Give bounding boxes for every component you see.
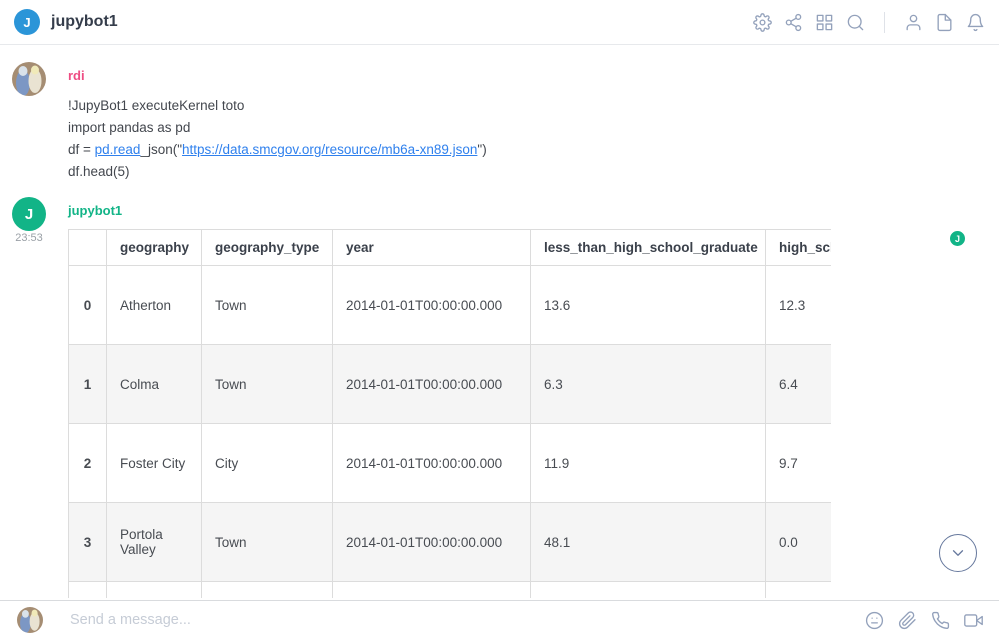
table-index-cell: 3 — [69, 503, 107, 582]
message-input[interactable] — [70, 612, 865, 628]
emoji-icon[interactable] — [865, 611, 884, 630]
table-cell: 0.0 — [766, 503, 832, 582]
phone-icon[interactable] — [931, 611, 950, 630]
message-line: import pandas as pd — [68, 117, 487, 139]
message-link[interactable]: https://data.smcgov.org/resource/mb6a-xn… — [182, 142, 477, 157]
table-cell: City — [202, 424, 333, 503]
table-index-cell: 2 — [69, 424, 107, 503]
username[interactable]: rdi — [68, 68, 85, 83]
table-row: 3Portola ValleyTown2014-01-01T00:00:00.0… — [69, 503, 832, 582]
table-cell — [107, 582, 202, 599]
share-icon[interactable] — [784, 13, 803, 32]
table-header-cell — [69, 230, 107, 266]
table-cell: Town — [202, 503, 333, 582]
table-header-cell: geography — [107, 230, 202, 266]
table-cell: 11.9 — [531, 424, 766, 503]
settings-icon[interactable] — [753, 13, 772, 32]
dataframe-table: geographygeography_typeyearless_than_hig… — [68, 229, 831, 598]
bot-avatar[interactable]: J — [12, 197, 46, 231]
timestamp: 23:53 — [6, 232, 52, 244]
table-index-cell — [69, 582, 107, 599]
table-cell: Town — [202, 266, 333, 345]
message-composer — [0, 600, 999, 639]
message-line: !JupyBot1 executeKernel toto — [68, 95, 487, 117]
parakeets-photo — [17, 607, 43, 633]
apps-grid-icon[interactable] — [815, 13, 834, 32]
table-header-cell: year — [333, 230, 531, 266]
table-cell — [202, 582, 333, 599]
table-row: 0AthertonTown2014-01-01T00:00:00.00013.6… — [69, 266, 832, 345]
channel-header: J jupybot1 — [0, 0, 999, 45]
table-cell: 2014-01-01T00:00:00.000 — [333, 266, 531, 345]
message-line: df.head(5) — [68, 161, 487, 183]
table-cell: 12.3 — [766, 266, 832, 345]
username[interactable]: jupybot1 — [68, 203, 122, 218]
message-text: !JupyBot1 executeKernel toto import panda… — [68, 95, 487, 183]
message-text-part: ") — [477, 142, 486, 157]
parakeets-photo — [12, 62, 46, 96]
table-row: 2Foster CityCity2014-01-01T00:00:00.0001… — [69, 424, 832, 503]
toolbar-divider — [884, 12, 885, 33]
table-header-cell: less_than_high_school_graduate — [531, 230, 766, 266]
header-toolbar — [753, 12, 985, 33]
paperclip-icon[interactable] — [898, 611, 917, 630]
message-text-part: _json(" — [140, 142, 182, 157]
message-text-part: import pandas as pd — [68, 120, 190, 135]
scroll-to-bottom-button[interactable] — [939, 534, 977, 572]
channel-avatar[interactable]: J — [14, 9, 40, 35]
table-cell: 2014-01-01T00:00:00.000 — [333, 424, 531, 503]
table-cell: 9.7 — [766, 424, 832, 503]
file-icon[interactable] — [935, 13, 954, 32]
table-header-cell: high_school_graduate — [766, 230, 832, 266]
table-cell: 48.1 — [531, 503, 766, 582]
bell-icon[interactable] — [966, 13, 985, 32]
table-cell: 6.3 — [531, 345, 766, 424]
dataframe-table-container: geographygeography_typeyearless_than_hig… — [68, 229, 831, 598]
search-icon[interactable] — [846, 13, 865, 32]
message-text-part: !JupyBot1 executeKernel toto — [68, 98, 244, 113]
chat-area: rdi !JupyBot1 executeKernel toto import p… — [0, 45, 999, 600]
table-index-cell: 0 — [69, 266, 107, 345]
table-cell: Colma — [107, 345, 202, 424]
table-header-cell: geography_type — [202, 230, 333, 266]
own-avatar-photo[interactable] — [17, 607, 43, 633]
message-line: df = pd.read_json("https://data.smcgov.o… — [68, 139, 487, 161]
table-cell: 13.6 — [531, 266, 766, 345]
video-camera-icon[interactable] — [964, 611, 983, 630]
user-icon[interactable] — [904, 13, 923, 32]
channel-title: jupybot1 — [51, 13, 118, 31]
message-text-part: df = — [68, 142, 95, 157]
table-cell: 6.4 — [766, 345, 832, 424]
read-receipt-badge: J — [950, 231, 965, 246]
table-cell: 2014-01-01T00:00:00.000 — [333, 345, 531, 424]
table-row — [69, 582, 832, 599]
table-row: 1ColmaTown2014-01-01T00:00:00.0006.36.4 — [69, 345, 832, 424]
table-cell: 2014-01-01T00:00:00.000 — [333, 503, 531, 582]
table-cell: Portola Valley — [107, 503, 202, 582]
user-avatar-photo[interactable] — [12, 62, 46, 96]
table-cell: Foster City — [107, 424, 202, 503]
message-text-part: df.head(5) — [68, 164, 130, 179]
composer-toolbar — [865, 611, 987, 630]
chevron-down-icon — [949, 544, 967, 562]
table-cell — [333, 582, 531, 599]
table-cell: Atherton — [107, 266, 202, 345]
table-header-row: geographygeography_typeyearless_than_hig… — [69, 230, 832, 266]
message-link[interactable]: pd.read — [95, 142, 141, 157]
table-cell: Town — [202, 345, 333, 424]
table-index-cell: 1 — [69, 345, 107, 424]
table-cell — [766, 582, 832, 599]
table-cell — [531, 582, 766, 599]
